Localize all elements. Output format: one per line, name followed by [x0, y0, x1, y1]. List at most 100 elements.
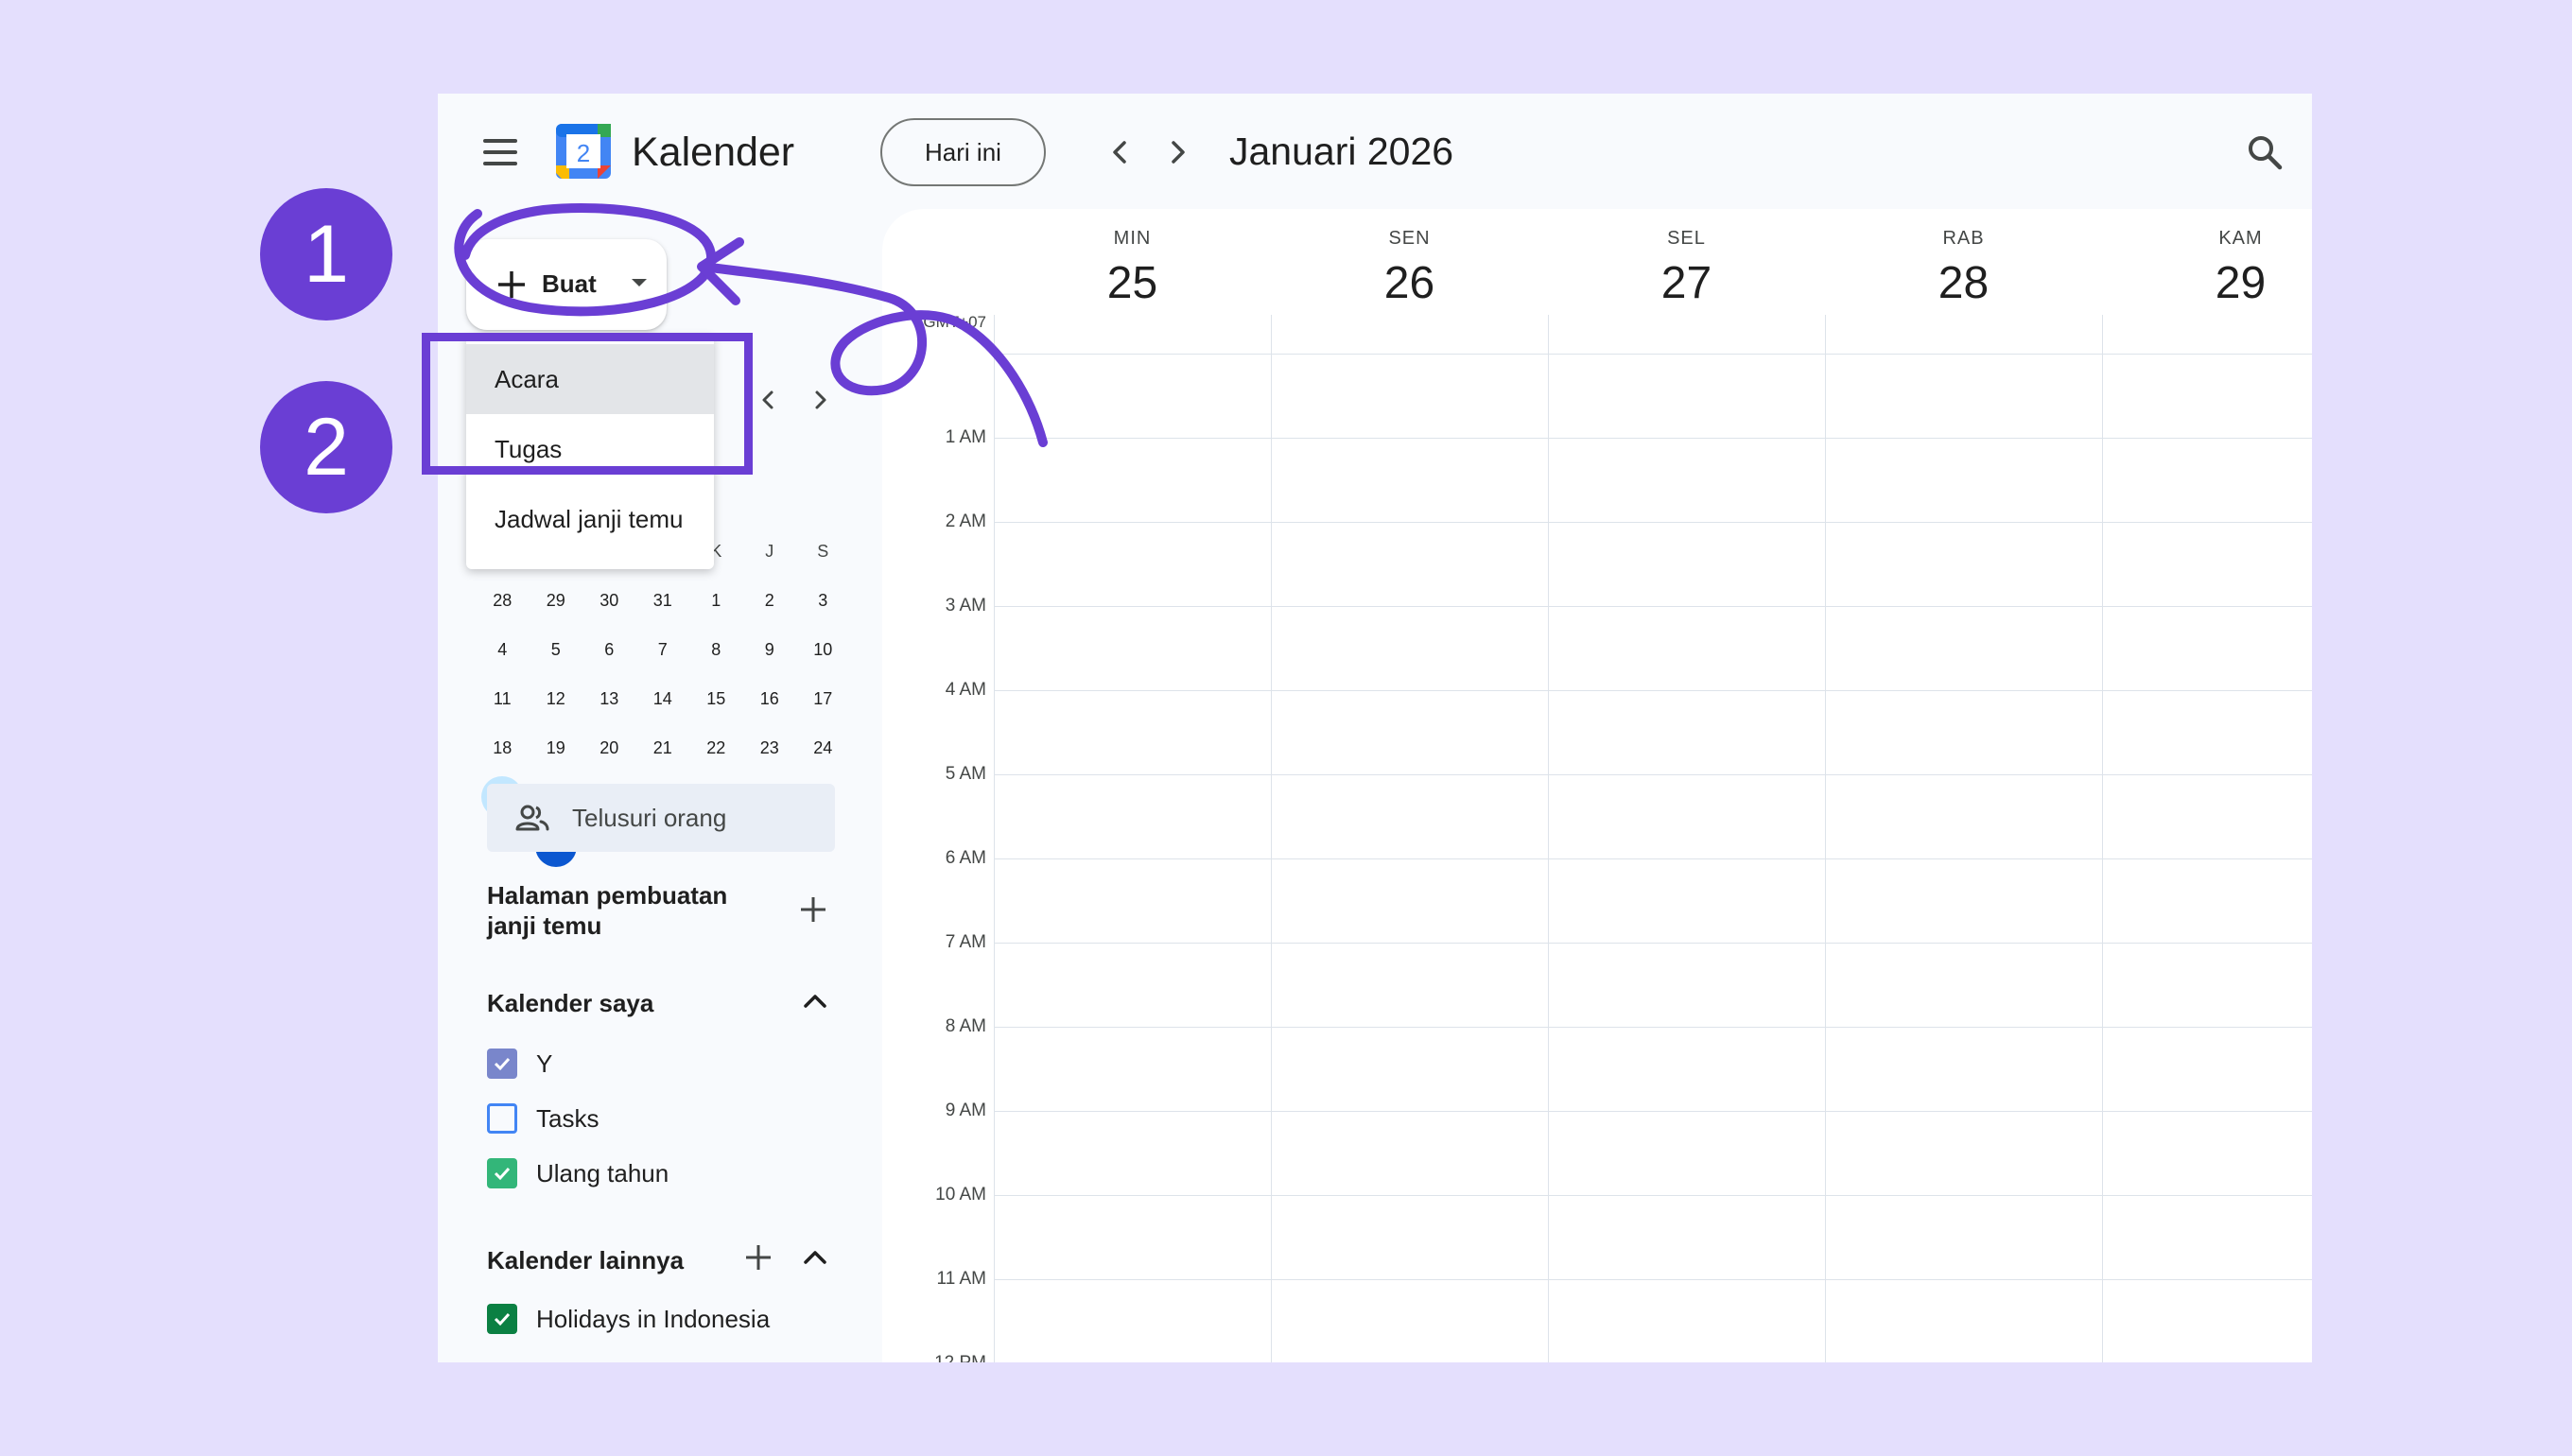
mini-day[interactable]: 11: [476, 674, 530, 723]
hour-line: [994, 1279, 2312, 1280]
mini-day[interactable]: 3: [796, 576, 850, 625]
checkbox-checked-icon[interactable]: [487, 1158, 517, 1188]
calendar-item[interactable]: Holidays in Indonesia: [487, 1304, 770, 1334]
hour-line: [994, 606, 2312, 607]
add-other-calendar-icon[interactable]: [742, 1241, 774, 1274]
grid-column-line: [994, 315, 995, 1362]
mini-day[interactable]: 29: [530, 576, 583, 625]
mini-day[interactable]: 14: [636, 674, 690, 723]
checkbox-checked-icon[interactable]: [487, 1049, 517, 1079]
mini-prev-month-icon[interactable]: [754, 386, 782, 414]
mini-day[interactable]: 19: [530, 723, 583, 772]
mini-calendar-week: 18 19 20 21 22 23 24: [476, 723, 850, 772]
mini-day[interactable]: 22: [689, 723, 743, 772]
calendar-item[interactable]: Y: [487, 1049, 552, 1079]
prev-week-icon[interactable]: [1104, 135, 1138, 169]
hour-line: [994, 1195, 2312, 1196]
mini-day[interactable]: 9: [743, 625, 797, 674]
time-label: 1 AM: [945, 427, 986, 447]
chevron-up-icon[interactable]: [799, 1241, 831, 1274]
grid-column-line: [1548, 315, 1549, 1362]
hour-line: [994, 943, 2312, 944]
mini-calendar-week: 11 12 13 14 15 16 17: [476, 674, 850, 723]
timezone-label: GMT+07: [923, 313, 986, 331]
checkbox-unchecked-icon[interactable]: [487, 1103, 517, 1134]
hour-line: [994, 522, 2312, 523]
hour-line: [994, 438, 2312, 439]
my-calendars-title: Kalender saya: [487, 989, 654, 1017]
create-button[interactable]: Buat: [466, 239, 667, 330]
mini-day[interactable]: 4: [476, 625, 530, 674]
time-label: 12 PM: [882, 1353, 986, 1362]
mini-day[interactable]: 23: [743, 723, 797, 772]
menu-item-event[interactable]: Acara: [466, 344, 714, 414]
calendar-logo-icon: 2: [556, 124, 611, 179]
calendar-item-label: Ulang tahun: [536, 1158, 669, 1187]
mini-day[interactable]: 1: [689, 576, 743, 625]
day-header[interactable]: KAM 29: [2102, 209, 2312, 309]
mini-day[interactable]: 5: [530, 625, 583, 674]
mini-calendar-week: 28 29 30 31 1 2 3: [476, 576, 850, 625]
hour-line: [994, 690, 2312, 691]
mini-calendar-week: 4 5 6 7 8 9 10: [476, 625, 850, 674]
weekday-header: S: [817, 541, 829, 561]
create-button-label: Buat: [542, 269, 597, 298]
calendar-item[interactable]: Ulang tahun: [487, 1158, 669, 1188]
next-week-icon[interactable]: [1160, 135, 1194, 169]
calendar-app: 2 Kalender Hari ini Januari 2026 Buat Ac…: [438, 94, 2312, 1362]
mini-day[interactable]: 6: [582, 625, 636, 674]
mini-day[interactable]: 12: [530, 674, 583, 723]
time-label: 4 AM: [945, 680, 986, 700]
hour-line: [994, 858, 2312, 859]
mini-day[interactable]: 31: [636, 576, 690, 625]
add-booking-page-icon[interactable]: [797, 893, 829, 926]
grid-column-line: [1271, 315, 1272, 1362]
month-title: Januari 2026: [1229, 130, 1454, 173]
mini-day[interactable]: 17: [796, 674, 850, 723]
calendar-item-label: Tasks: [536, 1103, 600, 1133]
calendar-item[interactable]: Tasks: [487, 1103, 599, 1134]
time-label: 9 AM: [945, 1101, 986, 1120]
hour-line: [994, 1111, 2312, 1112]
mini-next-month-icon[interactable]: [807, 386, 835, 414]
time-label: 6 AM: [945, 848, 986, 868]
booking-pages-title: Halaman pembuatan janji temu: [487, 881, 728, 940]
time-label: 7 AM: [945, 932, 986, 952]
mini-day[interactable]: 30: [582, 576, 636, 625]
menu-item-task[interactable]: Tugas: [466, 414, 714, 484]
time-label: 3 AM: [945, 596, 986, 615]
search-icon[interactable]: [2244, 131, 2285, 173]
day-header[interactable]: RAB 28: [1825, 209, 2102, 309]
mini-day[interactable]: 16: [743, 674, 797, 723]
weekday-header: J: [765, 541, 774, 561]
people-icon: [515, 805, 549, 831]
main-menu-icon[interactable]: [483, 139, 517, 165]
day-header[interactable]: SEN 26: [1271, 209, 1548, 309]
day-header[interactable]: MIN 25: [994, 209, 1271, 309]
chevron-up-icon[interactable]: [799, 985, 831, 1017]
other-calendars-title: Kalender lainnya: [487, 1246, 685, 1274]
grid-column-line: [2102, 315, 2103, 1362]
people-search-input[interactable]: Telusuri orang: [487, 784, 835, 852]
mini-day[interactable]: 8: [689, 625, 743, 674]
mini-day[interactable]: 21: [636, 723, 690, 772]
mini-day[interactable]: 10: [796, 625, 850, 674]
mini-day[interactable]: 15: [689, 674, 743, 723]
week-grid: MIN 25 SEN 26 SEL 27 RAB 28 KAM 29 GMT+0…: [882, 209, 2312, 1362]
day-header[interactable]: SEL 27: [1548, 209, 1825, 309]
mini-day[interactable]: 13: [582, 674, 636, 723]
mini-day[interactable]: 20: [582, 723, 636, 772]
menu-item-appointment[interactable]: Jadwal janji temu: [466, 484, 714, 554]
mini-day[interactable]: 2: [743, 576, 797, 625]
today-button[interactable]: Hari ini: [880, 118, 1046, 186]
mini-day[interactable]: 24: [796, 723, 850, 772]
mini-day[interactable]: 28: [476, 576, 530, 625]
logo-number: 2: [577, 139, 590, 167]
mini-day[interactable]: 18: [476, 723, 530, 772]
plus-icon: [498, 271, 525, 298]
create-menu: Acara Tugas Jadwal janji temu: [466, 335, 714, 569]
mini-day[interactable]: 7: [636, 625, 690, 674]
checkbox-checked-icon[interactable]: [487, 1304, 517, 1334]
all-day-divider: [994, 354, 2312, 355]
hour-line: [994, 774, 2312, 775]
